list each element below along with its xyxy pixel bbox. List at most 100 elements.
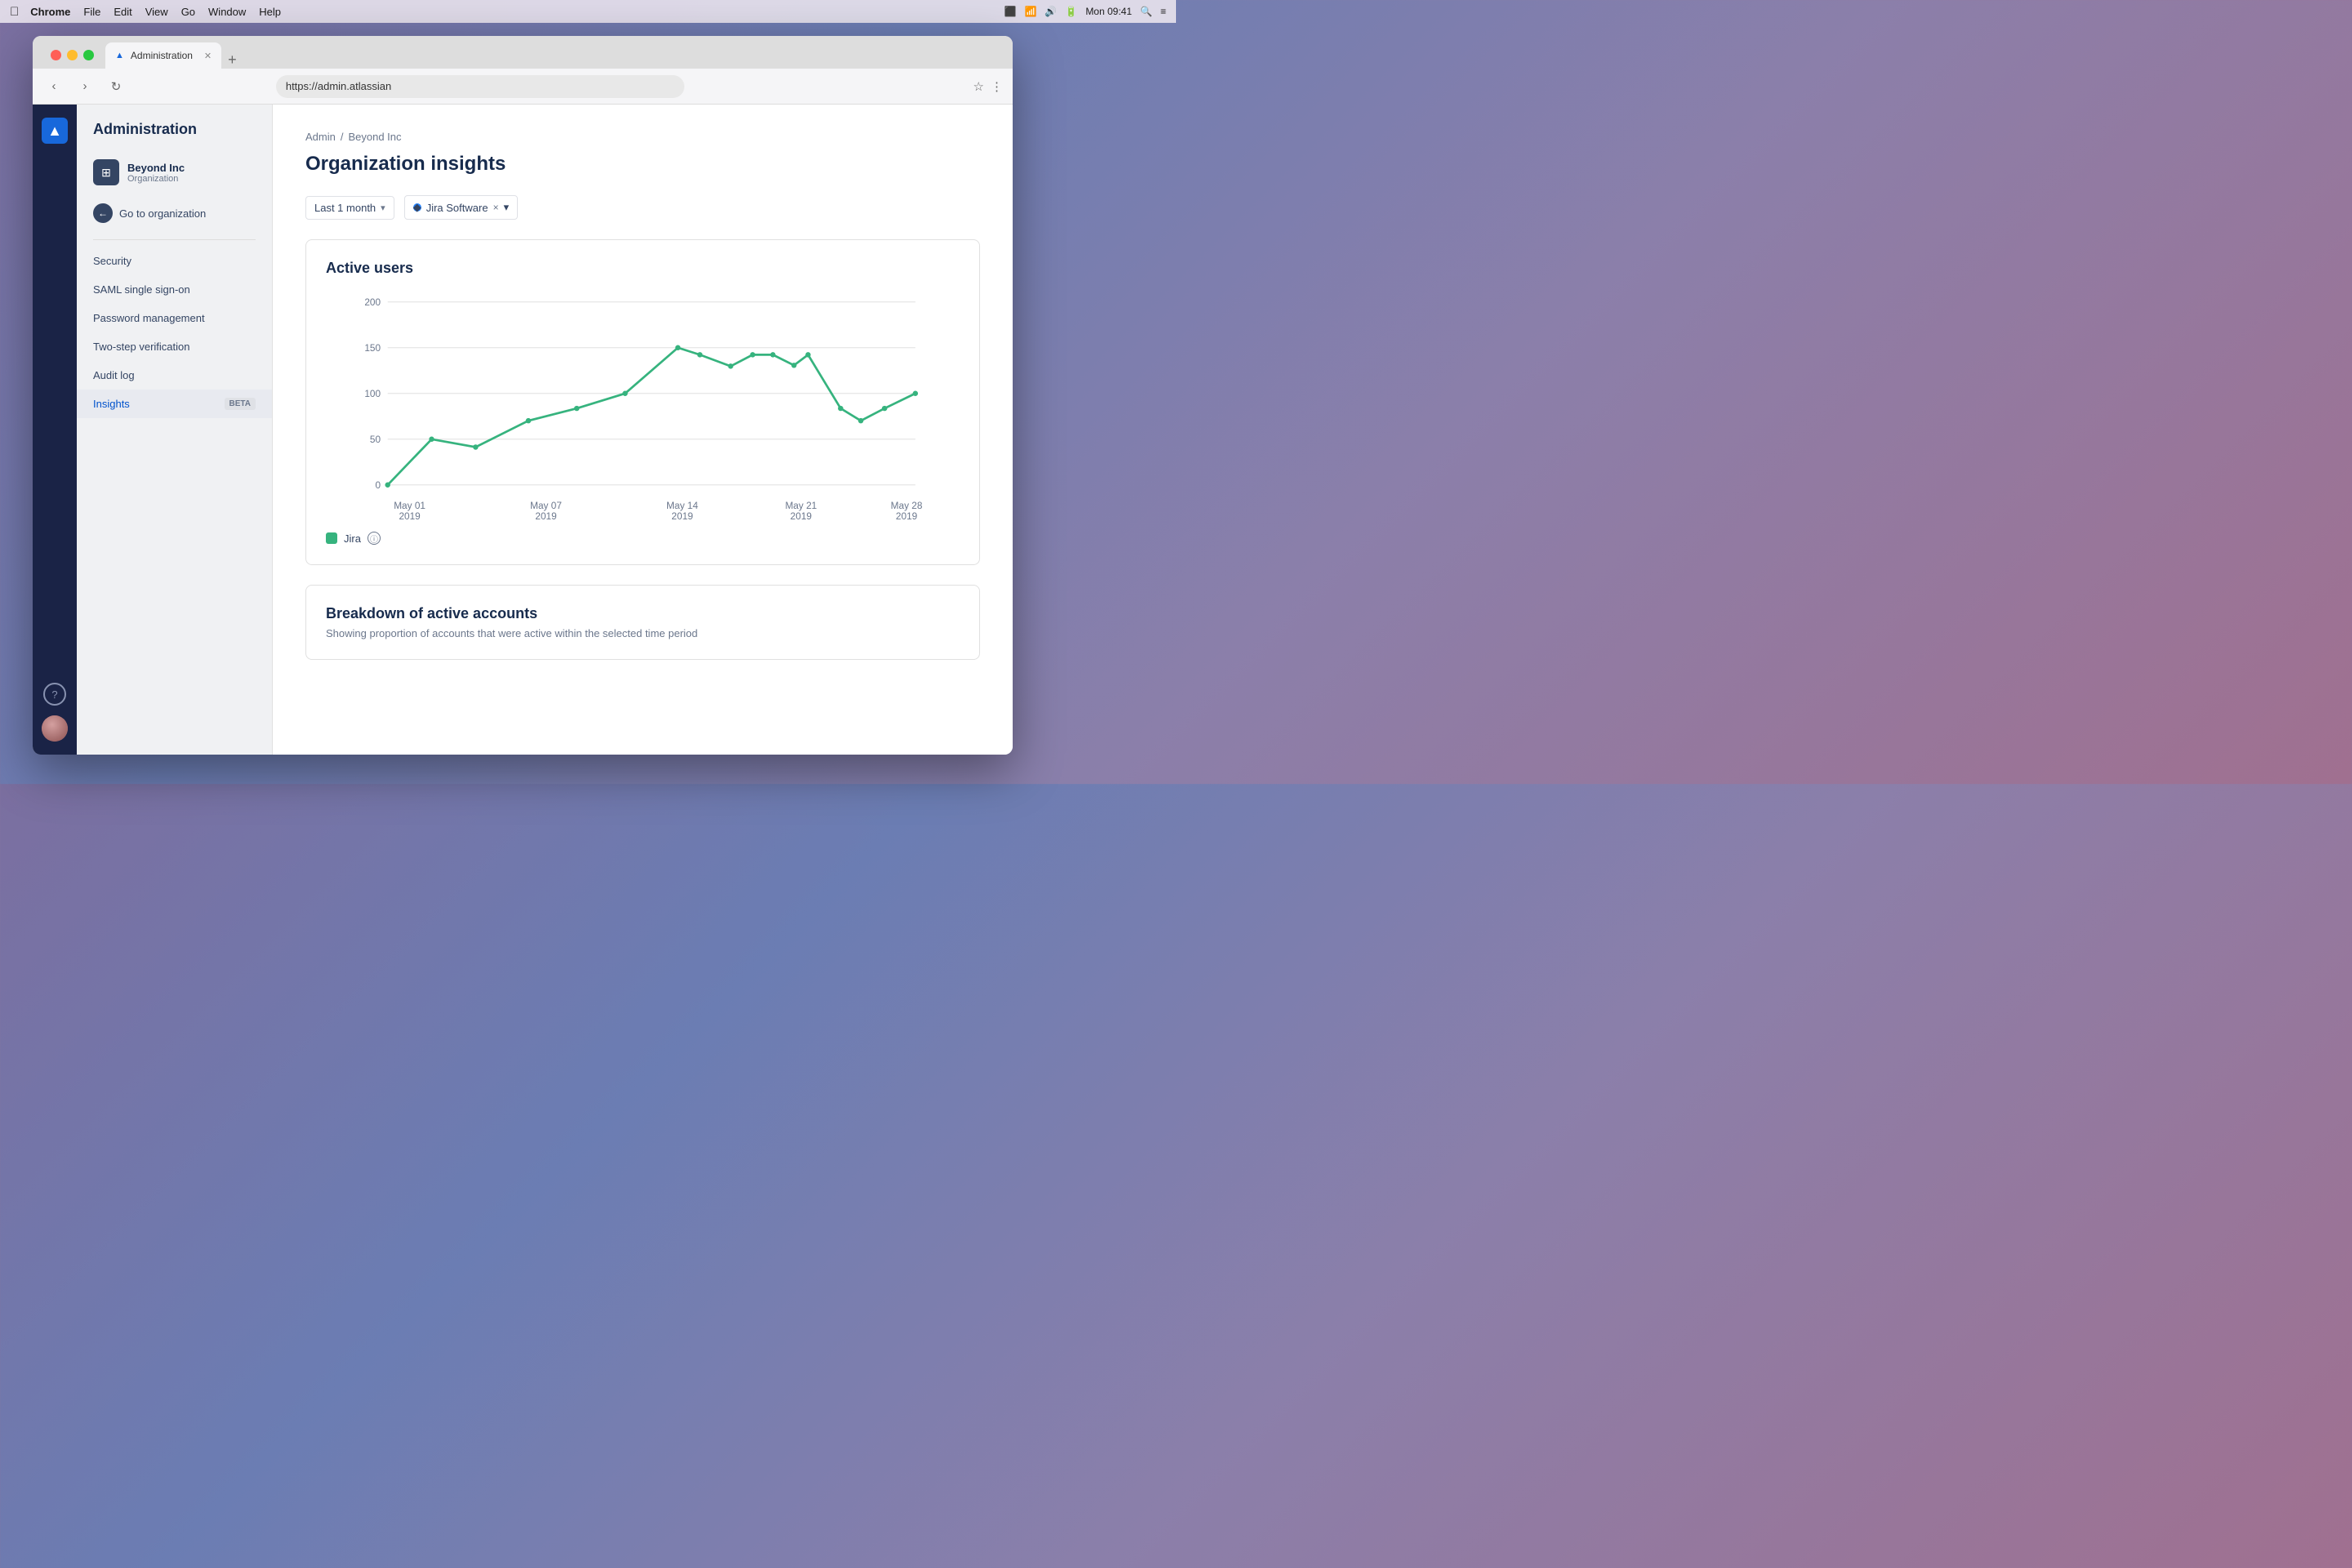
active-users-chart-card: Active users 200 150 100 50 — [305, 239, 980, 565]
breakdown-subtitle: Showing proportion of accounts that were… — [326, 627, 960, 639]
search-icon[interactable]: 🔍 — [1140, 6, 1152, 17]
address-bar: ‹ › ↻ ☆ ⋮ — [33, 69, 1013, 105]
goto-org-label: Go to organization — [119, 207, 206, 220]
sidebar-item-insights[interactable]: Insights BETA — [77, 390, 272, 418]
breakdown-card: Breakdown of active accounts Showing pro… — [305, 585, 980, 660]
sidebar-title: Administration — [77, 121, 272, 151]
bookmark-icon[interactable]: ☆ — [973, 79, 984, 94]
time-filter-label: Last 1 month — [314, 202, 376, 214]
time-filter-dropdown[interactable]: Last 1 month ▾ — [305, 196, 394, 220]
close-button[interactable] — [51, 50, 61, 60]
avatar-image — [42, 715, 68, 742]
chart-point — [429, 437, 434, 442]
user-avatar[interactable] — [42, 715, 68, 742]
x-label-may07-year: 2019 — [535, 510, 557, 522]
sidebar-item-password[interactable]: Password management — [77, 304, 272, 332]
browser-content: ▲ ? Administration ⊞ Beyond Inc Organiza… — [33, 105, 1013, 755]
chart-info-icon[interactable]: ⓘ — [368, 532, 381, 545]
org-icon: ⊞ — [93, 159, 119, 185]
menu-chrome[interactable]: Chrome — [30, 6, 70, 18]
help-button[interactable]: ? — [43, 683, 66, 706]
chart-point — [574, 406, 579, 411]
chevron-down-icon: ▾ — [381, 203, 385, 213]
menu-file[interactable]: File — [83, 6, 100, 18]
menu-go[interactable]: Go — [181, 6, 195, 18]
nav-divider — [93, 239, 256, 240]
jira-product-icon: ◆ — [413, 203, 421, 212]
url-input[interactable] — [276, 75, 684, 98]
security-label: Security — [93, 255, 131, 267]
org-type: Organization — [127, 174, 185, 184]
chart-point — [770, 352, 775, 357]
org-item: ⊞ Beyond Inc Organization — [77, 151, 272, 194]
new-tab-button[interactable]: + — [221, 51, 243, 69]
chart-point — [805, 352, 810, 357]
chart-point — [675, 345, 680, 350]
back-button[interactable]: ‹ — [42, 75, 65, 98]
x-label-may14: May 14 — [666, 500, 698, 511]
y-label-0: 0 — [375, 479, 381, 491]
breadcrumb-separator: / — [341, 131, 344, 143]
maximize-button[interactable] — [83, 50, 94, 60]
minimize-button[interactable] — [67, 50, 78, 60]
x-label-may21: May 21 — [785, 500, 817, 511]
reload-button[interactable]: ↻ — [105, 75, 127, 98]
remove-filter-button[interactable]: × — [493, 202, 499, 213]
goto-org-icon: ← — [93, 203, 113, 223]
screen-icon: ⬛ — [1004, 6, 1017, 17]
org-name: Beyond Inc — [127, 162, 185, 174]
insights-label: Insights — [93, 398, 130, 410]
menu-list-icon[interactable]: ≡ — [1160, 6, 1166, 17]
chart-point — [838, 406, 843, 411]
main-content: Admin / Beyond Inc Organization insights… — [273, 105, 1013, 755]
apple-menu[interactable]:  — [10, 5, 19, 19]
breadcrumb-admin[interactable]: Admin — [305, 131, 336, 143]
chart-title: Active users — [326, 260, 960, 277]
chart-point — [473, 444, 478, 449]
x-label-may28-year: 2019 — [896, 510, 918, 522]
more-options-icon[interactable]: ⋮ — [991, 79, 1003, 94]
chart-point — [750, 352, 755, 357]
chart-point — [622, 391, 627, 396]
password-label: Password management — [93, 312, 205, 324]
sidebar-item-auditlog[interactable]: Audit log — [77, 361, 272, 390]
sidebar-item-twostep[interactable]: Two-step verification — [77, 332, 272, 361]
chart-point — [728, 363, 733, 368]
menu-window[interactable]: Window — [208, 6, 246, 18]
y-label-100: 100 — [364, 388, 381, 399]
product-filter-label: Jira Software — [426, 202, 488, 214]
menu-help[interactable]: Help — [259, 6, 281, 18]
browser-tab[interactable]: ▲ Administration ✕ — [105, 42, 221, 69]
auditlog-label: Audit log — [93, 369, 135, 381]
atlassian-sidebar: ▲ ? — [33, 105, 77, 755]
product-filter-dropdown[interactable]: ◆ Jira Software × ▾ — [404, 195, 518, 220]
battery-icon: 🔋 — [1065, 6, 1077, 17]
beta-badge: BETA — [225, 398, 256, 410]
goto-org-link[interactable]: ← Go to organization — [77, 197, 272, 229]
tab-title: Administration — [131, 50, 193, 61]
chart-area: 200 150 100 50 0 — [326, 293, 960, 522]
menu-bar:  Chrome File Edit View Go Window Help ⬛… — [0, 0, 1176, 23]
tab-close-button[interactable]: ✕ — [204, 51, 212, 61]
product-chevron-icon: ▾ — [504, 201, 510, 214]
chart-legend: Jira ⓘ — [326, 532, 960, 545]
x-label-may14-year: 2019 — [671, 510, 693, 522]
menu-edit[interactable]: Edit — [114, 6, 131, 18]
twostep-label: Two-step verification — [93, 341, 190, 353]
chart-point — [385, 483, 390, 488]
y-label-200: 200 — [364, 296, 381, 308]
breadcrumb: Admin / Beyond Inc — [305, 131, 980, 143]
forward-button[interactable]: › — [74, 75, 96, 98]
x-label-may01-year: 2019 — [399, 510, 421, 522]
sidebar-item-security[interactable]: Security — [77, 247, 272, 275]
atlassian-logo[interactable]: ▲ — [42, 118, 68, 144]
menu-view[interactable]: View — [145, 6, 168, 18]
wifi-icon: 📶 — [1024, 6, 1036, 17]
chart-point — [882, 406, 887, 411]
sidebar-item-saml[interactable]: SAML single sign-on — [77, 275, 272, 304]
chart-point — [697, 352, 702, 357]
x-label-may28: May 28 — [891, 500, 923, 511]
y-label-50: 50 — [370, 434, 381, 445]
tab-favicon: ▲ — [115, 51, 124, 60]
legend-label: Jira — [344, 532, 361, 545]
